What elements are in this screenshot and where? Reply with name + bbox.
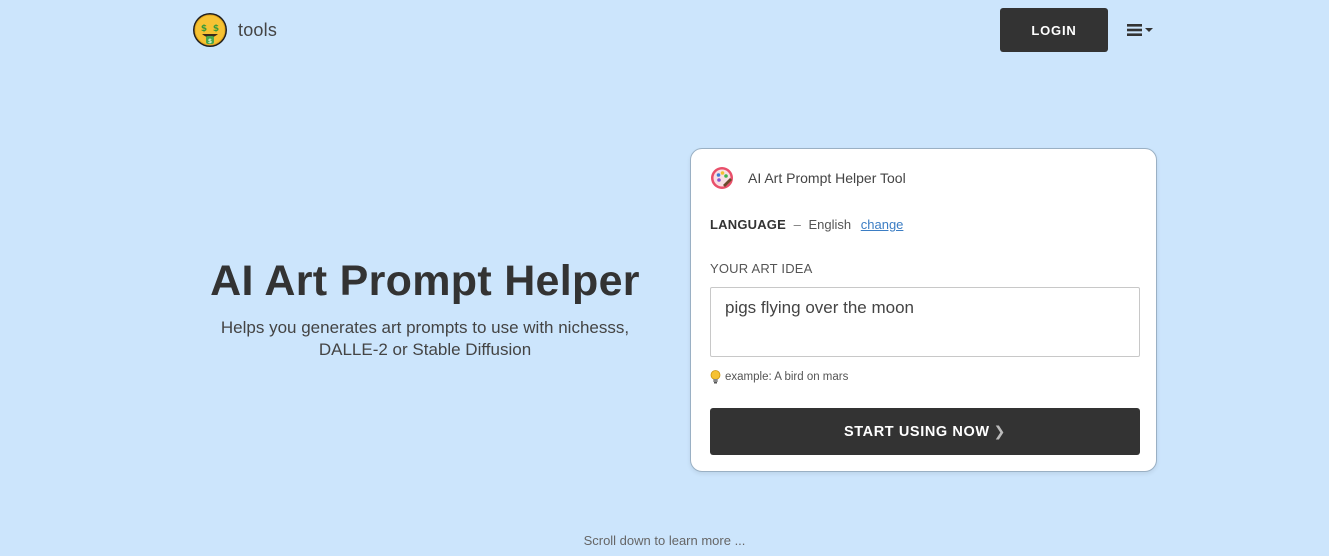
language-value: English [808, 217, 852, 232]
page-subtitle: Helps you generates art prompts to use w… [195, 317, 655, 361]
hamburger-menu-icon [1127, 24, 1153, 36]
logo[interactable]: $ $ $ tools [192, 12, 277, 48]
svg-text:$: $ [208, 38, 212, 45]
start-using-now-button[interactable]: START USING NOW ❯ [710, 408, 1140, 455]
card-header: AI Art Prompt Helper Tool [710, 166, 906, 190]
example-hint: example: A bird on mars [710, 370, 848, 384]
start-button-label: START USING NOW [843, 423, 990, 440]
card-title: AI Art Prompt Helper Tool [748, 170, 906, 186]
page-title: AI Art Prompt Helper [210, 257, 640, 305]
subtitle-line-1: Helps you generates art prompts to use w… [220, 318, 630, 337]
example-text: example: A bird on mars [725, 371, 849, 383]
subtitle-line-2: DALLE-2 or Stable Diffusion [318, 340, 532, 359]
language-row: LANGUAGE – English change [710, 217, 903, 232]
tool-card: AI Art Prompt Helper Tool LANGUAGE – Eng… [690, 148, 1157, 472]
change-language-link[interactable]: change [861, 217, 904, 232]
language-separator: – [793, 217, 801, 232]
language-label: LANGUAGE [710, 217, 786, 232]
light-bulb-icon [710, 370, 721, 384]
artist-palette-icon [711, 167, 733, 189]
art-idea-input[interactable] [710, 287, 1140, 357]
money-mouth-face-icon: $ $ $ [193, 13, 227, 47]
scroll-hint: Scroll down to learn more ... [583, 533, 746, 548]
chevron-right-icon: ❯ [993, 423, 1006, 439]
svg-text:$: $ [213, 24, 219, 34]
art-idea-label: YOUR ART IDEA [710, 261, 813, 276]
svg-text:$: $ [201, 24, 207, 34]
login-button[interactable]: LOGIN [1000, 8, 1108, 52]
logo-text: tools [238, 19, 278, 40]
menu-toggle[interactable] [1124, 18, 1160, 42]
